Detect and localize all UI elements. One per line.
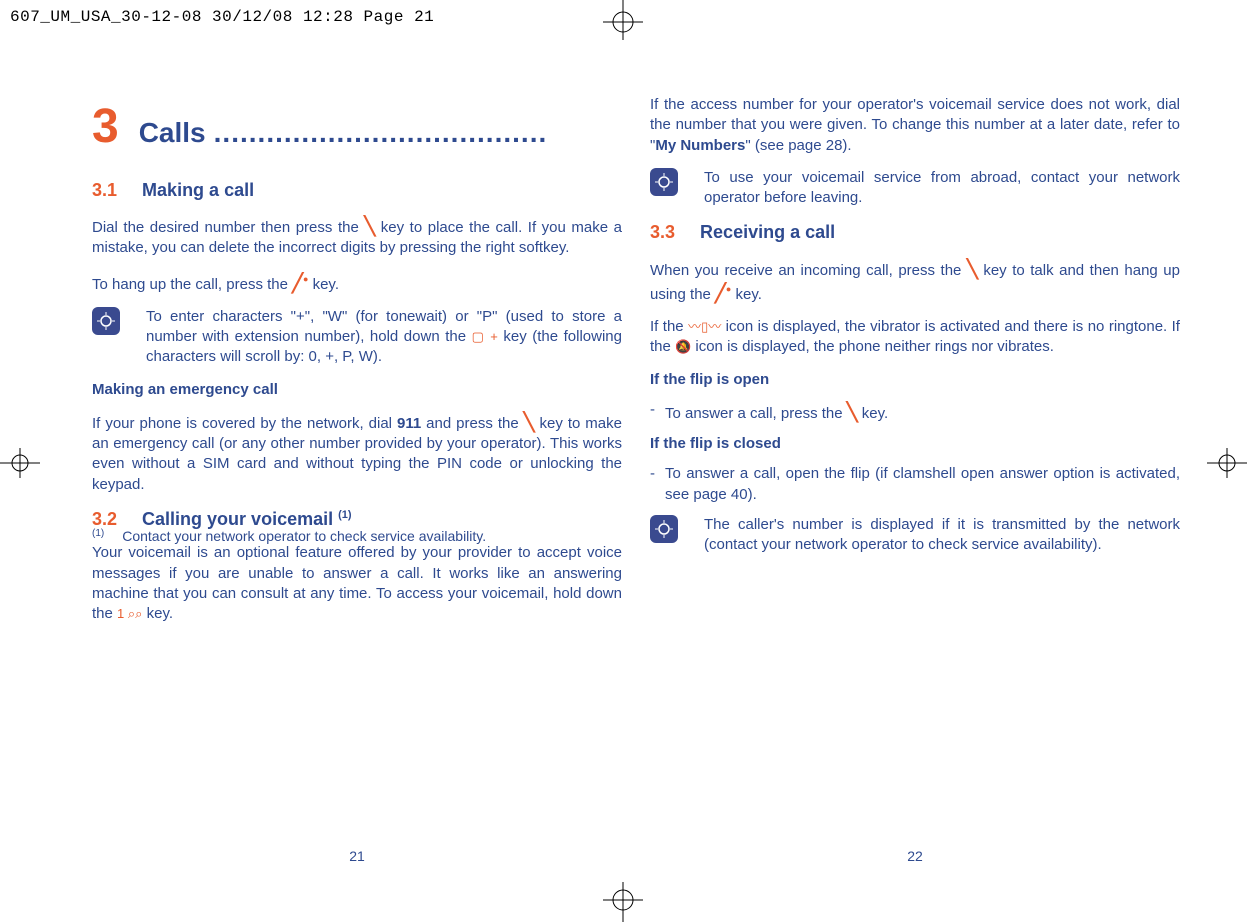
section-number: 3.3 [650,222,675,242]
footnote-text: Contact your network operator to check s… [122,527,486,546]
tip-icon [650,168,678,196]
end-key-icon: ╱● [715,283,731,303]
bullet-text: To answer a call, open the flip (if clam… [665,464,1180,505]
chapter-dots: ...................................... [206,114,622,152]
page-number-right: 22 [650,848,1180,864]
page-left: 3 Calls ................................… [92,95,622,636]
footnote: (1) Contact your network operator to che… [92,527,486,546]
tip-text: To use your voicemail service from abroa… [704,168,1180,209]
send-key-icon: ╲ [967,259,978,279]
emergency-number: 911 [397,415,421,432]
bullet-flip-closed: - To answer a call, open the flip (if cl… [650,464,1180,505]
page-number-left: 21 [92,848,622,864]
registration-mark-left [0,448,40,478]
chapter-title: Calls [139,114,206,152]
section-3-1-heading: 3.1 Making a call [92,178,622,202]
bullet-dash: - [650,464,655,505]
registration-mark-bottom [598,882,648,922]
chapter-number: 3 [92,95,119,160]
paragraph-hangup: To hang up the call, press the ╱● key. [92,271,622,295]
tip-text: To enter characters "+", "W" (for tonewa… [146,307,622,368]
section-3-3-heading: 3.3 Receiving a call [650,220,1180,244]
prepress-header: 607_UM_USA_30-12-08 30/12/08 12:28 Page … [10,8,434,26]
registration-mark-top [598,0,648,40]
bullet-flip-open: - To answer a call, press the ╲ key. [650,400,1180,424]
tip-box-caller-id: The caller's number is displayed if it i… [650,515,1180,556]
section-title: Making a call [142,180,254,200]
send-key-icon: ╲ [847,402,858,422]
bullet-text: To answer a call, press the ╲ key. [665,400,1180,424]
end-key-icon: ╱● [292,273,308,293]
send-key-icon: ╲ [524,412,535,432]
section-number: 3.2 [92,509,117,529]
vibrate-icon: 〰▯〰 [688,319,721,334]
flip-open-subhead: If the flip is open [650,370,1180,390]
paragraph-vibrate-icons: If the 〰▯〰 icon is displayed, the vibrat… [650,317,1180,358]
paragraph-receive: When you receive an incoming call, press… [650,257,1180,306]
section-title: Calling your voicemail (1) [142,509,352,529]
paragraph-emergency: If your phone is covered by the network,… [92,410,622,495]
section-number: 3.1 [92,180,117,200]
tip-icon [92,307,120,335]
footnote-mark: (1) [92,527,104,546]
chapter-heading: 3 Calls ................................… [92,95,622,160]
one-voicemail-key-icon: 1 ⌕⌕ [117,606,142,621]
my-numbers-ref: My Numbers [655,137,745,154]
zero-plus-key-icon: ▢ + [472,329,498,344]
tip-box-abroad: To use your voicemail service from abroa… [650,168,1180,209]
paragraph-dial: Dial the desired number then press the ╲… [92,214,622,259]
paragraph-access-number: If the access number for your operator's… [650,95,1180,156]
tip-text: The caller's number is displayed if it i… [704,515,1180,556]
tip-box-chars: To enter characters "+", "W" (for tonewa… [92,307,622,368]
footnote-ref: (1) [338,509,351,521]
page-right: If the access number for your operator's… [650,95,1180,567]
tip-icon [650,515,678,543]
send-key-icon: ╲ [364,216,375,236]
flip-closed-subhead: If the flip is closed [650,434,1180,454]
bullet-dash: - [650,400,655,424]
section-title: Receiving a call [700,222,835,242]
registration-mark-right [1207,448,1247,478]
paragraph-voicemail: Your voicemail is an optional feature of… [92,543,622,624]
silent-icon: 🔕 [675,339,691,354]
emergency-subhead: Making an emergency call [92,380,622,400]
